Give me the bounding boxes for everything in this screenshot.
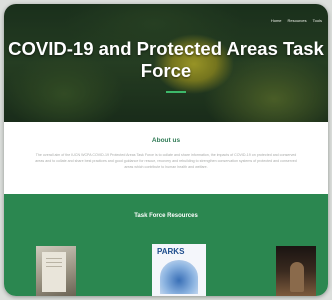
resource-card-photo[interactable] (276, 246, 316, 296)
page-title: COVID-19 and Protected Areas Task Force (8, 38, 324, 81)
report-text-line (46, 258, 62, 259)
parks-cover-art (160, 260, 198, 294)
hero-banner: Home Resources Tools COVID-19 and Protec… (4, 4, 328, 122)
title-underline (166, 91, 186, 93)
nav-item-resources[interactable]: Resources (288, 18, 307, 23)
resources-section: Task Force Resources PARKS (4, 194, 328, 296)
report-text-line (46, 266, 62, 267)
top-nav: Home Resources Tools (271, 18, 322, 23)
about-section: About us The overall aim of the IUCN WCP… (4, 122, 328, 194)
about-heading: About us (151, 137, 181, 144)
resources-heading: Task Force Resources (134, 213, 198, 219)
parks-journal-label: PARKS (157, 247, 185, 256)
photo-figure (290, 262, 304, 292)
resource-card-parks[interactable]: PARKS (152, 244, 206, 296)
website-screenshot: Home Resources Tools COVID-19 and Protec… (4, 4, 328, 296)
report-text-line (46, 262, 62, 263)
nav-item-home[interactable]: Home (271, 18, 282, 23)
resource-card-report[interactable] (36, 246, 76, 296)
about-paragraph: The overall aim of the IUCN WCPA COVID-1… (35, 153, 297, 169)
nav-item-tools[interactable]: Tools (313, 18, 322, 23)
